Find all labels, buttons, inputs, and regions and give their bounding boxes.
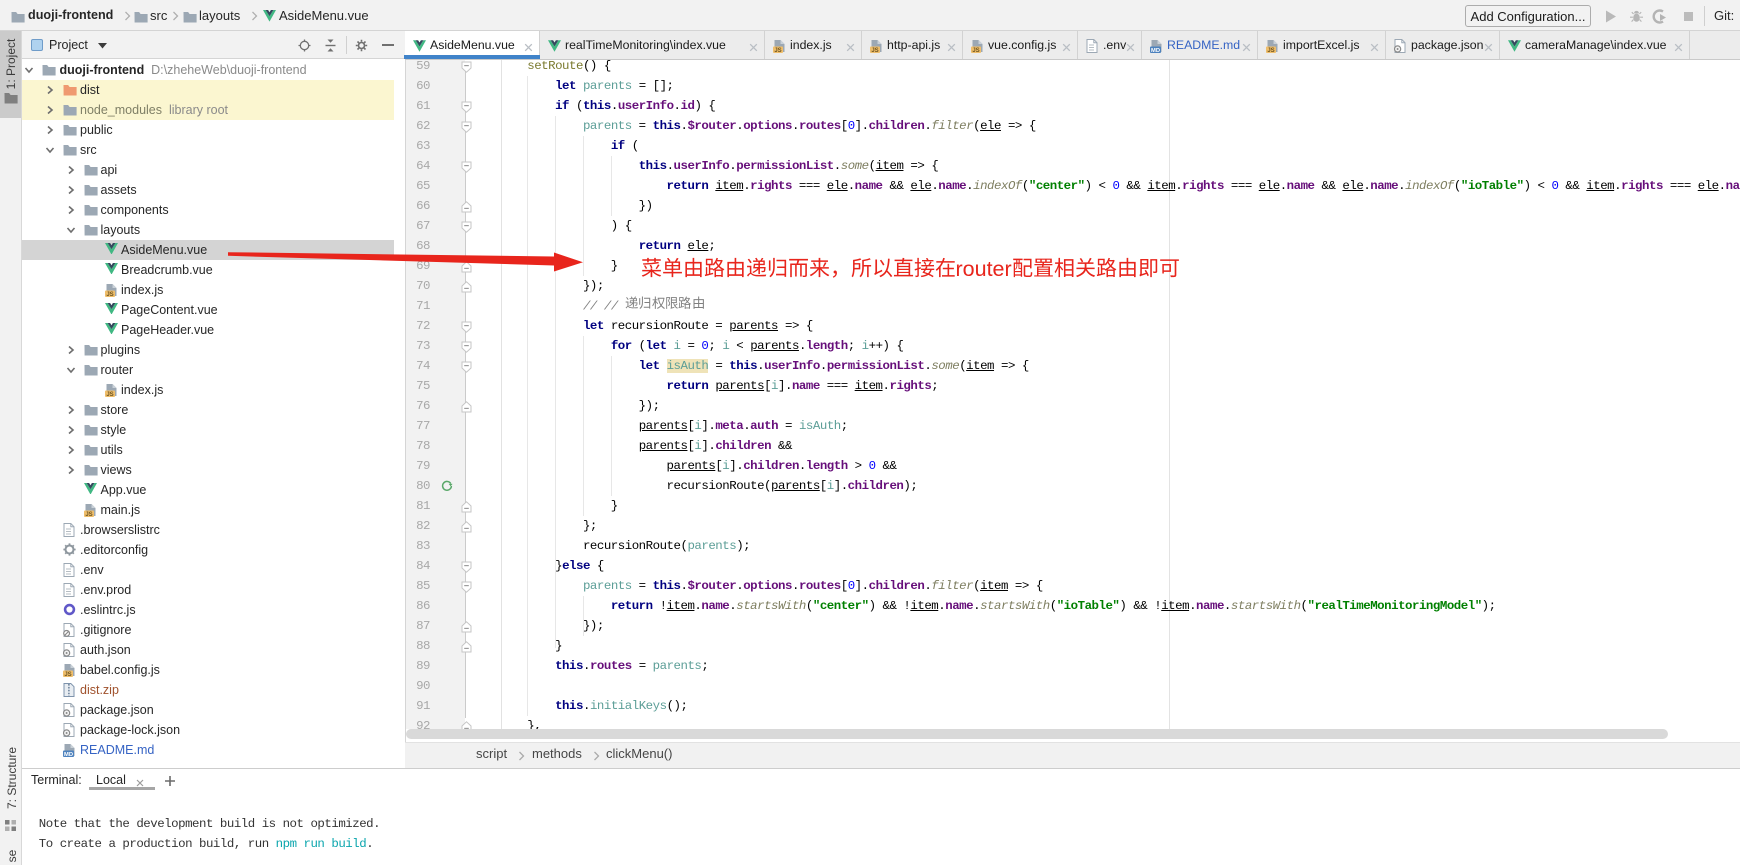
svg-text:JS: JS <box>1267 48 1274 53</box>
svg-text:JS: JS <box>972 48 979 53</box>
svg-text:MD: MD <box>1151 48 1160 53</box>
svg-text:MD: MD <box>64 752 73 757</box>
svg-text:JS: JS <box>106 392 113 397</box>
svg-text:JS: JS <box>774 48 781 53</box>
svg-text:JS: JS <box>871 48 878 53</box>
svg-text:JS: JS <box>64 672 71 677</box>
svg-text:JS: JS <box>85 512 92 517</box>
